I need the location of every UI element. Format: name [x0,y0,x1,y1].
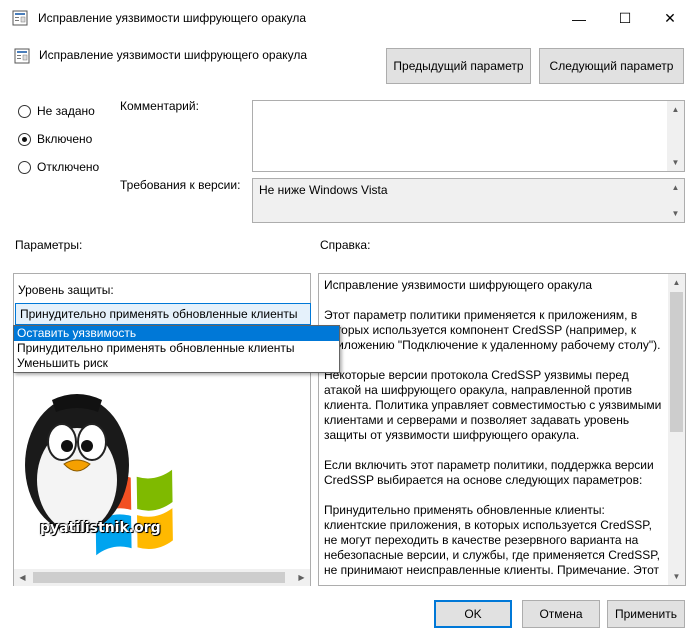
radio-label: Не задано [37,104,95,118]
scroll-left-icon[interactable]: ◀ [14,569,31,586]
penguin-logo-icon [25,394,173,556]
scrollbar-thumb[interactable] [33,572,285,583]
help-section-label: Справка: [320,238,371,252]
radio-disabled[interactable]: Отключено [18,160,99,174]
version-value: Не ниже Windows Vista [259,183,388,197]
cancel-button[interactable]: Отмена [522,600,600,628]
help-text: Исправление уязвимости шифрующего оракул… [324,278,666,585]
scroll-down-icon[interactable]: ▼ [667,205,684,222]
minimize-button[interactable]: — [556,0,602,37]
help-paragraph: Исправление уязвимости шифрующего оракул… [324,278,593,292]
policy-name: Исправление уязвимости шифрующего оракул… [39,48,308,62]
help-scrollbar[interactable]: ▲ ▼ [668,274,685,585]
radio-label: Включено [37,132,93,146]
version-field: Не ниже Windows Vista ▲ ▼ [252,178,685,223]
radio-enabled[interactable]: Включено [18,132,92,146]
dropdown-option-force-updated[interactable]: Принудительно применять обновленные клие… [14,341,339,356]
protection-level-dropdown[interactable]: Оставить уязвимость Принудительно примен… [13,325,340,373]
radio-circle[interactable] [18,160,31,174]
radio-not-configured[interactable]: Не задано [18,104,95,118]
watermark-logo: pyatilistnik.org [22,380,182,570]
comment-scrollbar[interactable]: ▲ ▼ [667,101,684,171]
scroll-down-icon[interactable]: ▼ [668,568,685,585]
comment-label: Комментарий: [120,99,199,113]
help-paragraph: Некоторые версии протокола CredSSP уязви… [324,368,662,442]
scroll-up-icon[interactable]: ▲ [667,101,684,118]
window-title: Исправление уязвимости шифрующего оракул… [38,11,307,25]
radio-circle[interactable] [18,104,31,118]
dropdown-option-leave-vulnerable[interactable]: Оставить уязвимость [14,326,339,341]
next-setting-button[interactable]: Следующий параметр [539,48,684,84]
ok-button[interactable]: OK [434,600,512,628]
version-scrollbar[interactable]: ▲ ▼ [667,179,684,222]
apply-button[interactable]: Применить [607,600,685,628]
radio-circle-checked[interactable] [18,132,31,146]
options-section-label: Параметры: [15,238,83,252]
scroll-up-icon[interactable]: ▲ [668,274,685,291]
help-paragraph: Этот параметр политики применяется к при… [324,308,661,352]
protection-level-value: Принудительно применять обновленные клие… [20,307,298,321]
policy-setting-icon [14,48,30,64]
dropdown-option-mitigated[interactable]: Уменьшить риск [14,356,339,371]
version-label: Требования к версии: [120,178,241,192]
radio-label: Отключено [37,160,100,174]
protection-level-select[interactable]: Принудительно применять обновленные клие… [15,303,311,325]
help-panel: Исправление уязвимости шифрующего оракул… [318,273,686,586]
maximize-button[interactable]: ☐ [602,0,648,37]
close-button[interactable]: ✕ [647,0,693,37]
scrollbar-thumb[interactable] [670,292,683,432]
logo-text: pyatilistnik.org [40,520,161,536]
title-bar: Исправление уязвимости шифрующего оракул… [0,0,693,37]
previous-setting-button[interactable]: Предыдущий параметр [386,48,531,84]
scroll-down-icon[interactable]: ▼ [667,154,684,171]
help-paragraph: Принудительно применять обновленные клие… [324,503,660,577]
protection-level-label: Уровень защиты: [18,283,114,297]
scroll-up-icon[interactable]: ▲ [667,179,684,196]
policy-icon [12,10,28,26]
comment-input[interactable]: ▲ ▼ [252,100,685,172]
help-paragraph: Если включить этот параметр политики, по… [324,458,654,487]
options-horizontal-scrollbar[interactable]: ◀ ▶ [14,569,310,586]
scroll-right-icon[interactable]: ▶ [293,569,310,586]
